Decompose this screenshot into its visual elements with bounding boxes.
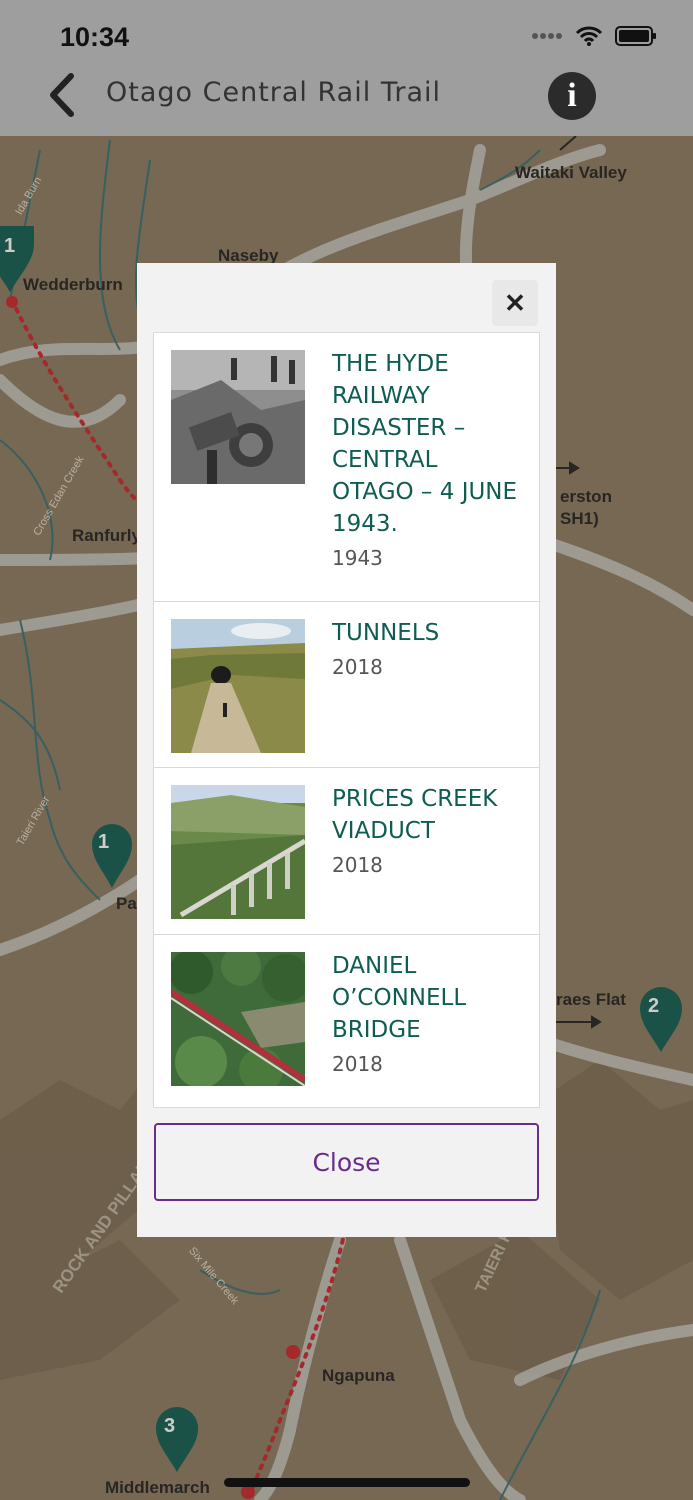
svg-text:1: 1 xyxy=(98,831,109,853)
map-label-wedderburn: Wedderburn xyxy=(23,275,123,294)
bridge-thumbnail xyxy=(171,952,305,1086)
tunnel-thumbnail xyxy=(171,619,305,753)
item-year: 1943 xyxy=(332,546,383,570)
svg-text:2: 2 xyxy=(648,995,659,1017)
map-label-raes-flat: raes Flat xyxy=(556,990,626,1009)
info-button[interactable]: i xyxy=(548,72,596,120)
map-label-middlemarch: Middlemarch xyxy=(105,1478,210,1497)
chevron-left-icon xyxy=(50,73,74,117)
item-title: TUNNELS xyxy=(332,620,440,646)
navigation-bar: Otago Central Rail Trail i xyxy=(0,70,693,136)
list-item[interactable]: PRICES CREEK VIADUCT 2018 xyxy=(153,767,540,934)
map-label-ranfurly: Ranfurly xyxy=(72,526,141,545)
map-pin-2-icon[interactable]: 2 xyxy=(638,986,684,1052)
status-icons xyxy=(531,26,657,46)
battery-icon xyxy=(615,26,656,46)
item-year: 2018 xyxy=(332,853,383,877)
map-label-erston: erston xyxy=(560,487,612,506)
map-label-ngapuna: Ngapuna xyxy=(322,1366,395,1385)
viaduct-thumbnail xyxy=(171,785,305,919)
item-title: DANIEL O’CONNELL BRIDGE xyxy=(332,953,467,1043)
back-button[interactable] xyxy=(40,70,84,120)
list-item[interactable]: TUNNELS 2018 xyxy=(153,601,540,767)
status-bar: 10:34 xyxy=(0,0,693,70)
map-pin-3-icon[interactable]: 3 xyxy=(154,1406,200,1472)
item-title: PRICES CREEK VIADUCT xyxy=(332,786,498,844)
page-title: Otago Central Rail Trail xyxy=(106,77,441,108)
close-button[interactable]: Close xyxy=(154,1123,539,1201)
svg-text:1: 1 xyxy=(4,235,15,257)
stories-list: THE HYDE RAILWAY DISASTER – CENTRAL OTAG… xyxy=(153,332,540,1108)
stories-modal: ✕ THE HYDE RAILWAY DISASTER – CENTRAL OT… xyxy=(137,263,556,1237)
svg-text:3: 3 xyxy=(164,1415,175,1437)
cellular-signal-icon xyxy=(532,33,562,39)
map-label-waitaki-valley: Waitaki Valley xyxy=(515,163,627,182)
list-item[interactable]: DANIEL O’CONNELL BRIDGE 2018 xyxy=(153,934,540,1108)
item-year: 2018 xyxy=(332,655,383,679)
railway-disaster-thumbnail xyxy=(171,350,305,484)
map-pin-1b-icon[interactable]: 1 xyxy=(90,822,134,888)
item-title: THE HYDE RAILWAY DISASTER – CENTRAL OTAG… xyxy=(332,351,518,537)
list-item[interactable]: THE HYDE RAILWAY DISASTER – CENTRAL OTAG… xyxy=(153,332,540,601)
close-icon: ✕ xyxy=(504,287,526,318)
home-indicator[interactable] xyxy=(224,1478,470,1487)
info-icon: i xyxy=(567,77,577,114)
status-time: 10:34 xyxy=(60,22,130,52)
wifi-icon xyxy=(575,26,603,46)
modal-close-x-button[interactable]: ✕ xyxy=(492,280,538,326)
item-year: 2018 xyxy=(332,1052,383,1076)
map-label-sh1: SH1) xyxy=(560,509,599,528)
